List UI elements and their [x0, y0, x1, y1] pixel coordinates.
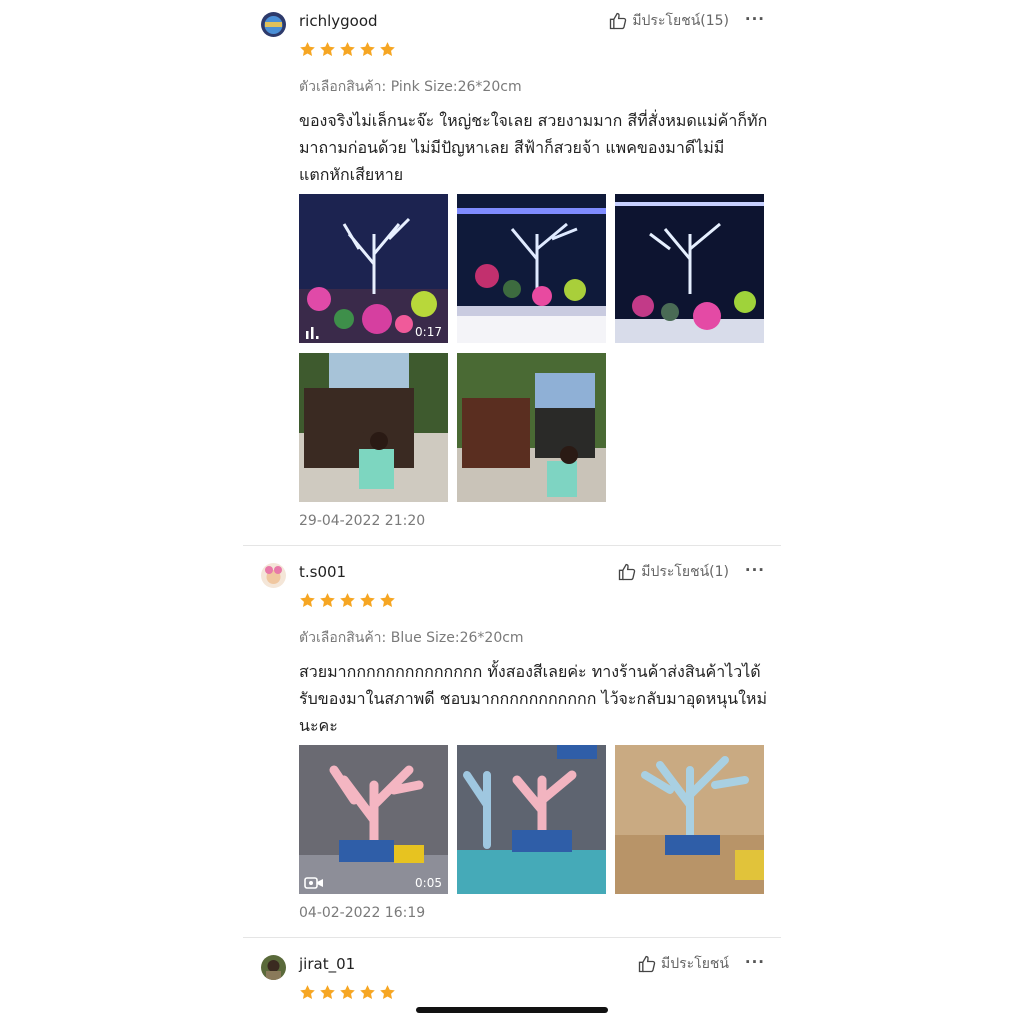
star-icon: [360, 42, 375, 56]
more-options-icon[interactable]: ···: [745, 953, 765, 971]
video-camera-icon: [304, 877, 323, 889]
review-video-thumbnail[interactable]: 0:17: [299, 194, 448, 343]
review-video-thumbnail[interactable]: 0:05: [299, 745, 448, 894]
avatar[interactable]: [261, 12, 286, 37]
review-photo[interactable]: [615, 194, 764, 343]
star-icon: [320, 42, 335, 56]
video-duration: 0:17: [415, 325, 442, 339]
star-icon: [340, 593, 355, 607]
home-indicator[interactable]: [416, 1007, 608, 1013]
variant-label: ตัวเลือกสินค้า: Pink Size:26*20cm: [299, 79, 522, 95]
more-options-icon[interactable]: ···: [745, 561, 765, 579]
rating-stars: [299, 592, 396, 609]
review-list: richlygood มีประโยชน์(15) ··· ตัวเลือกสิ…: [243, 0, 781, 1024]
star-icon: [300, 593, 315, 607]
star-icon: [380, 593, 395, 607]
review-item: richlygood มีประโยชน์(15) ··· ตัวเลือกสิ…: [243, 0, 781, 545]
avatar[interactable]: [261, 563, 286, 588]
avatar[interactable]: [261, 955, 286, 980]
review-text: ของจริงไม่เล็กนะจ๊ะ ใหญ่ชะใจเลย สวยงามมา…: [299, 111, 768, 184]
video-duration: 0:05: [415, 876, 442, 890]
rating-stars: [299, 41, 396, 58]
helpful-label: มีประโยชน์(15): [632, 13, 729, 29]
star-icon: [340, 42, 355, 56]
more-options-icon[interactable]: ···: [745, 10, 765, 28]
star-icon: [300, 42, 315, 56]
star-icon: [380, 42, 395, 56]
helpful-button[interactable]: มีประโยชน์: [637, 953, 729, 975]
star-icon: [380, 985, 395, 999]
helpful-button[interactable]: มีประโยชน์(1): [617, 561, 729, 583]
star-icon: [320, 593, 335, 607]
helpful-label: มีประโยชน์(1): [641, 564, 729, 580]
review-date: 04-02-2022 16:19: [299, 905, 426, 921]
star-icon: [360, 985, 375, 999]
rating-stars: [299, 984, 396, 1001]
star-icon: [320, 985, 335, 999]
review-date: 29-04-2022 21:20: [299, 513, 426, 529]
thumbs-up-icon: [610, 12, 627, 30]
video-bars-icon: [306, 327, 319, 339]
username[interactable]: t.s001: [299, 563, 346, 581]
star-icon: [340, 985, 355, 999]
helpful-button[interactable]: มีประโยชน์(15): [608, 10, 729, 32]
username[interactable]: richlygood: [299, 12, 378, 30]
review-photo[interactable]: [457, 353, 606, 502]
star-icon: [360, 593, 375, 607]
review-text: สวยมากกกกกกกกกกกกกก ทั้งสองสีเลยค่ะ ทางร…: [299, 662, 768, 735]
review-photo[interactable]: [457, 745, 606, 894]
review-item: t.s001 มีประโยชน์(1) ··· ตัวเลือกสินค้า:…: [243, 546, 781, 937]
helpful-label: มีประโยชน์: [661, 956, 729, 972]
thumbs-up-icon: [619, 563, 636, 581]
username[interactable]: jirat_01: [299, 955, 355, 973]
review-photo[interactable]: [299, 353, 448, 502]
variant-label: ตัวเลือกสินค้า: Blue Size:26*20cm: [299, 630, 524, 646]
star-icon: [300, 985, 315, 999]
thumbs-up-icon: [638, 955, 656, 973]
review-photo[interactable]: [615, 745, 764, 894]
review-photo[interactable]: [457, 194, 606, 343]
